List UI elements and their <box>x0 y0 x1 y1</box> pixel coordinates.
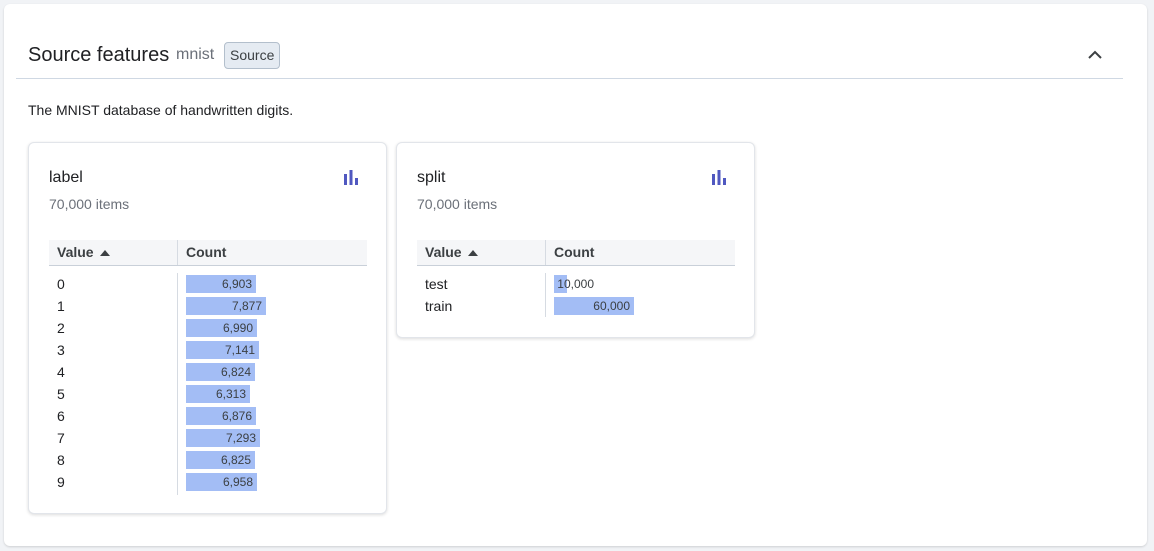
table-row: test 10,000 <box>417 273 735 295</box>
table-row: 6 6,876 <box>49 405 367 427</box>
table-row: 4 6,824 <box>49 361 367 383</box>
feature-card-label: label 70,000 items Value Count 0 6,903 1 7,… <box>28 142 387 514</box>
count-label: 6,825 <box>220 453 251 467</box>
count-label: 7,141 <box>224 343 255 357</box>
source-badge: Source <box>224 42 281 69</box>
table-row: 9 6,958 <box>49 471 367 493</box>
count-label: 7,877 <box>231 299 262 313</box>
value-cell: 7 <box>57 430 65 446</box>
sort-ascending-icon <box>467 250 478 257</box>
value-cell: train <box>425 298 453 314</box>
table-row: 5 6,313 <box>49 383 367 405</box>
count-label: 10,000 <box>557 277 594 291</box>
value-cell: 1 <box>57 298 65 314</box>
column-header-value-label: Value <box>57 244 94 260</box>
panel-header: Source features mnist Source <box>16 4 1123 79</box>
table-row: 0 6,903 <box>49 273 367 295</box>
source-features-panel: Source features mnist Source The MNIST d… <box>4 4 1147 546</box>
bar-chart-icon <box>344 170 358 185</box>
sort-ascending-icon <box>99 250 110 257</box>
dataset-description: The MNIST database of handwritten digits… <box>28 102 294 118</box>
chevron-up-icon <box>1088 50 1102 59</box>
feature-item-count: 70,000 items <box>417 196 498 212</box>
dataset-name: mnist <box>176 46 215 63</box>
column-header-count[interactable]: Count <box>546 240 735 265</box>
table-row: 3 7,141 <box>49 339 367 361</box>
chart-toggle-button[interactable] <box>710 169 728 187</box>
feature-title: split <box>417 169 446 186</box>
value-cell: 4 <box>57 364 65 380</box>
value-cell: 0 <box>57 276 65 292</box>
count-label: 7,293 <box>225 431 256 445</box>
table-row: train 60,000 <box>417 295 735 317</box>
value-cell: test <box>425 276 448 292</box>
value-cell: 3 <box>57 342 65 358</box>
feature-item-count: 70,000 items <box>49 196 130 212</box>
bar-chart-icon <box>712 170 726 185</box>
table-row: 8 6,825 <box>49 449 367 471</box>
table-body: 0 6,903 1 7,877 2 6,990 3 7,141 4 6,824 5 6,313 6 6,8… <box>49 273 367 495</box>
column-header-count[interactable]: Count <box>178 240 367 265</box>
column-header-value-label: Value <box>425 244 462 260</box>
chart-toggle-button[interactable] <box>342 169 360 187</box>
value-cell: 8 <box>57 452 65 468</box>
count-label: 6,876 <box>221 409 252 423</box>
column-header-value[interactable]: Value <box>49 240 178 265</box>
value-cell: 5 <box>57 386 65 402</box>
table-body: test 10,000 train 60,000 <box>417 273 735 317</box>
value-cell: 2 <box>57 320 65 336</box>
table-header: Value Count <box>417 240 735 266</box>
count-label: 6,824 <box>220 365 251 379</box>
column-header-value[interactable]: Value <box>417 240 546 265</box>
count-label: 6,313 <box>215 387 246 401</box>
count-label: 6,958 <box>222 475 253 489</box>
value-cell: 6 <box>57 408 65 424</box>
table-row: 2 6,990 <box>49 317 367 339</box>
feature-card-split: split 70,000 items Value Count test 10,00… <box>396 142 755 338</box>
table-row: 7 7,293 <box>49 427 367 449</box>
count-label: 6,903 <box>221 277 252 291</box>
collapse-button[interactable] <box>1084 44 1106 66</box>
feature-title: label <box>49 169 83 186</box>
table-header: Value Count <box>49 240 367 266</box>
count-label: 6,990 <box>222 321 253 335</box>
count-label: 60,000 <box>593 299 630 313</box>
value-cell: 9 <box>57 474 65 490</box>
table-row: 1 7,877 <box>49 295 367 317</box>
panel-title: Source features <box>28 44 170 66</box>
